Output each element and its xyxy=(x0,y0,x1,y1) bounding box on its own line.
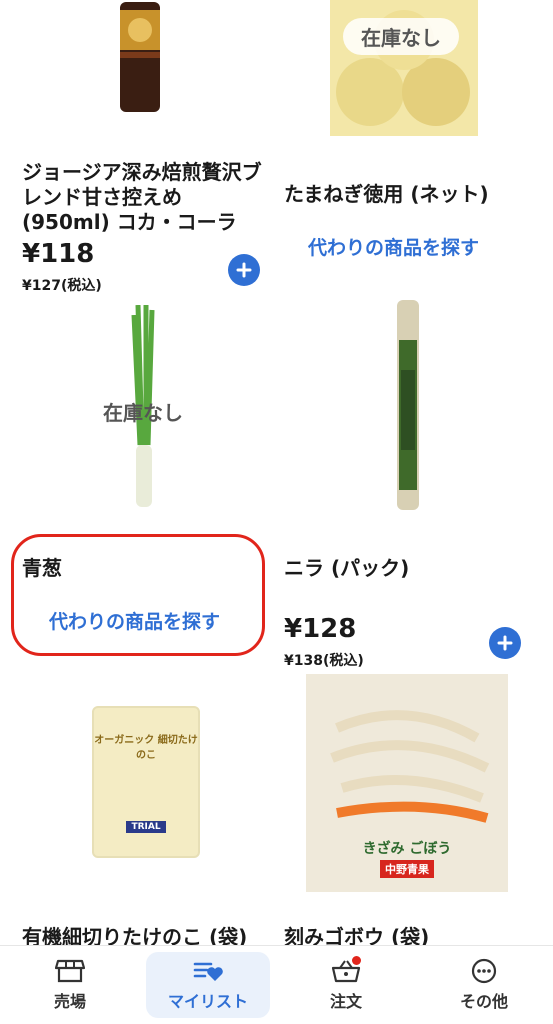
tab-label: 注文 xyxy=(329,992,362,1011)
out-of-stock-label: 在庫なし xyxy=(103,401,183,425)
add-to-cart-button[interactable] xyxy=(489,627,521,659)
tab-label: マイリスト xyxy=(167,992,248,1011)
tab-label: その他 xyxy=(459,992,508,1011)
product-price: ¥128 xyxy=(284,614,357,644)
product-name: 有機細切りたけのこ (袋) xyxy=(22,925,248,945)
product-grid: ジョージア深み焙煎贅沢ブレンド甘さ控えめ(950ml) コカ・コーラ ¥118 … xyxy=(0,0,553,945)
notification-badge xyxy=(352,956,361,965)
package-text: きざみ ごぼう xyxy=(362,841,452,857)
product-image-bamboo[interactable]: オーガニック 細切たけのこ TRIAL xyxy=(92,706,200,858)
tab-store[interactable]: 売場 xyxy=(8,952,132,1018)
product-name: ジョージア深み焙煎贅沢ブレンド甘さ控えめ(950ml) コカ・コーラ xyxy=(22,160,262,234)
basket-icon-wrap xyxy=(331,956,361,984)
product-image-burdock[interactable]: きざみ ごぼう 中野青果 xyxy=(306,674,508,892)
bottom-tab-bar: 売場 マイリスト 注文 その他 xyxy=(0,945,553,1024)
package-brand: TRIAL xyxy=(126,821,166,833)
package-text: オーガニック 細切たけのこ xyxy=(94,735,198,761)
product-name: 刻みゴボウ (袋) xyxy=(284,925,430,945)
find-alternative-link[interactable]: 代わりの商品を探す xyxy=(49,607,220,634)
add-to-cart-button[interactable] xyxy=(228,254,260,286)
highlight-outline xyxy=(11,534,265,656)
chives-icon xyxy=(397,300,419,510)
plus-icon xyxy=(497,635,513,651)
more-icon xyxy=(471,958,497,984)
product-price: ¥118 xyxy=(22,239,95,269)
plus-icon xyxy=(236,262,252,278)
product-name: ニラ (パック) xyxy=(284,556,410,580)
tab-orders[interactable]: 注文 xyxy=(284,952,408,1018)
tab-label: 売場 xyxy=(53,992,86,1011)
product-name: たまねぎ徳用 (ネット) xyxy=(284,182,489,206)
product-tax-price: ¥127(税込) xyxy=(22,278,102,294)
package-brand: 中野青果 xyxy=(380,860,434,878)
product-tax-price: ¥138(税込) xyxy=(284,653,364,669)
find-alternative-link[interactable]: 代わりの商品を探す xyxy=(308,233,479,260)
mylist-icon xyxy=(193,962,223,981)
product-name: 青葱 xyxy=(22,556,62,580)
burdock-icon xyxy=(330,710,490,823)
tab-more[interactable]: その他 xyxy=(422,952,546,1018)
coffee-bottle-icon xyxy=(120,1,160,112)
out-of-stock-label: 在庫なし xyxy=(343,18,459,55)
store-icon xyxy=(55,959,85,983)
product-image-chives[interactable] xyxy=(390,300,426,510)
product-image-coffee[interactable] xyxy=(110,0,170,115)
tab-mylist[interactable]: マイリスト xyxy=(146,952,270,1018)
